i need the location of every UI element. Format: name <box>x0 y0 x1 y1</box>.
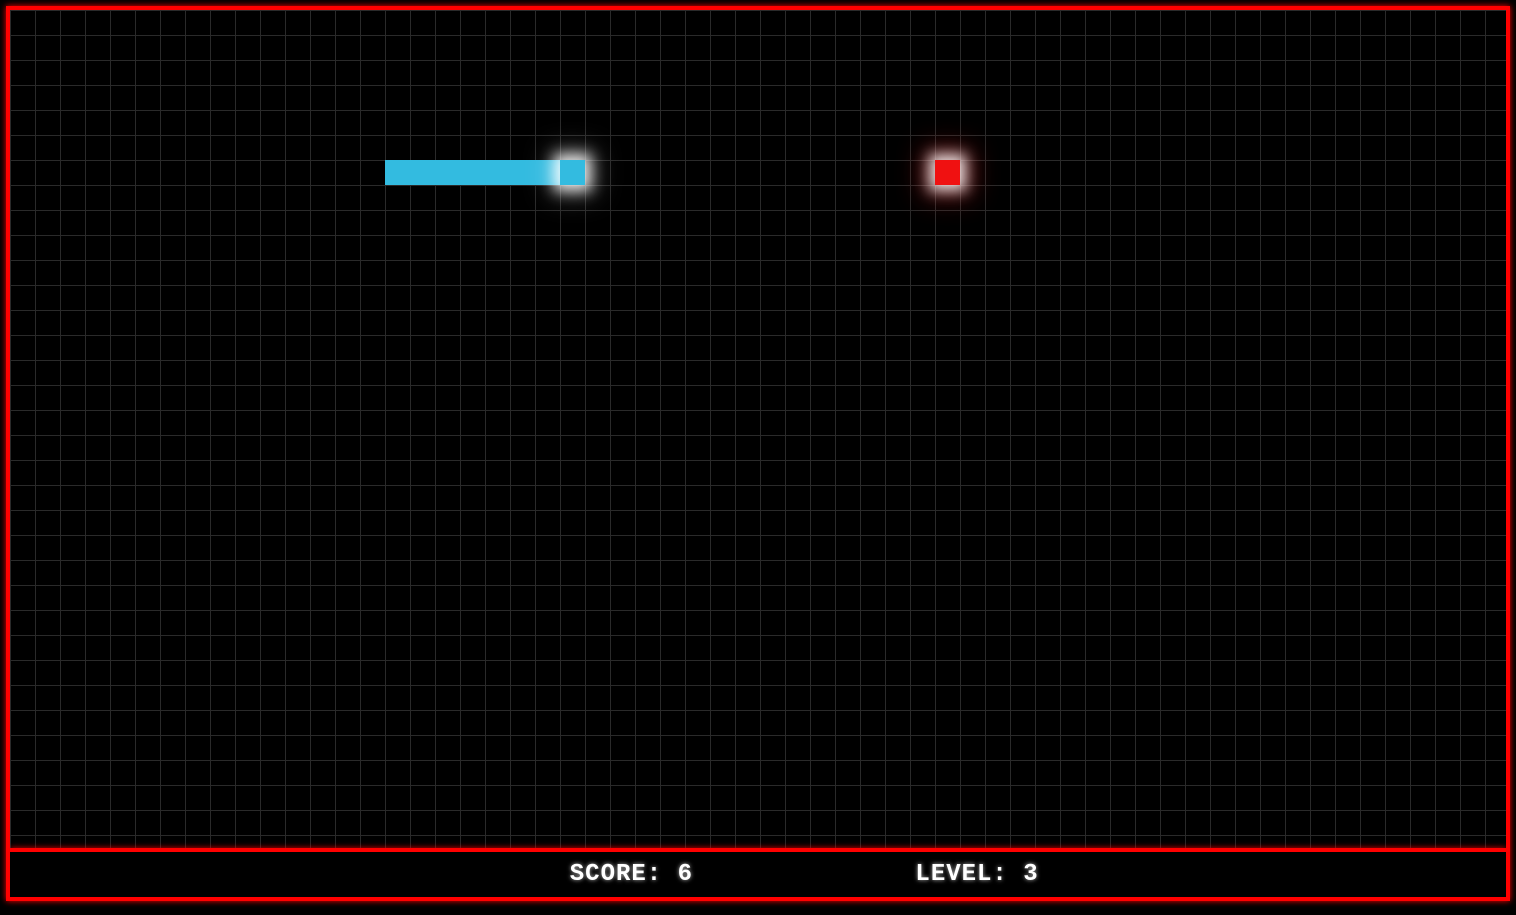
game-frame: SCORE: 6 LEVEL: 3 <box>6 6 1510 901</box>
level-label: LEVEL: <box>915 861 1007 888</box>
food <box>935 160 960 185</box>
score-value: 6 <box>678 861 693 888</box>
snake-segment <box>460 160 485 185</box>
snake-segment <box>385 160 410 185</box>
snake-segment <box>435 160 460 185</box>
snake-segment <box>510 160 535 185</box>
snake-head <box>560 160 585 185</box>
playfield[interactable] <box>10 10 1506 852</box>
hud-bar: SCORE: 6 LEVEL: 3 <box>10 852 1506 897</box>
snake-segment <box>410 160 435 185</box>
snake-segment <box>535 160 560 185</box>
snake-segment <box>485 160 510 185</box>
level-stat: LEVEL: 3 <box>823 834 1039 915</box>
score-label: SCORE: <box>570 861 662 888</box>
level-value: 3 <box>1023 861 1038 888</box>
score-stat: SCORE: 6 <box>477 834 693 915</box>
